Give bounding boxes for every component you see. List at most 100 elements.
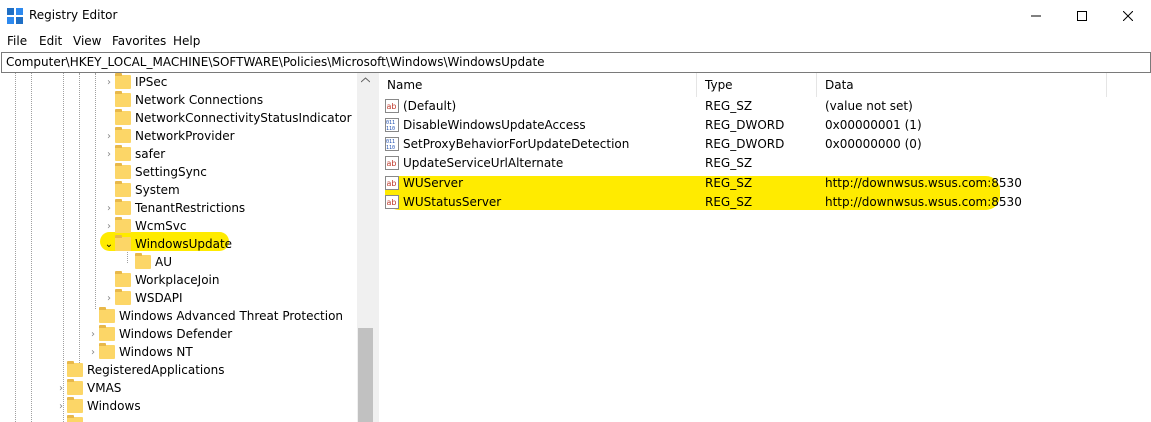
folder-icon — [67, 415, 83, 422]
value-name: WUServer — [403, 176, 463, 190]
folder-icon — [115, 289, 131, 305]
scroll-up-icon[interactable] — [361, 77, 370, 83]
value-name: UpdateServiceUrlAlternate — [403, 156, 564, 170]
value-data: (value not set) — [825, 99, 913, 113]
close-icon — [1123, 11, 1133, 21]
value-type: REG_SZ — [705, 156, 753, 170]
column-header-name[interactable]: Name — [379, 73, 697, 97]
svg-text:ab: ab — [387, 179, 397, 188]
folder-icon — [115, 73, 131, 89]
tree-item-system[interactable]: System — [103, 181, 180, 199]
column-header-type[interactable]: Type — [697, 73, 817, 97]
tree-item-label: Windows Advanced Threat Protection — [119, 309, 344, 323]
tree-item-networkprovider[interactable]: › NetworkProvider — [103, 127, 235, 145]
expand-arrow-icon[interactable]: › — [103, 77, 115, 88]
tree-item-partial[interactable] — [67, 415, 83, 422]
tree-item-windowsupdate[interactable]: ⌄ WindowsUpdate — [103, 235, 232, 253]
maximize-button[interactable] — [1059, 0, 1105, 32]
maximize-icon — [1077, 11, 1087, 21]
folder-icon — [115, 145, 131, 161]
tree-scrollbar[interactable] — [357, 73, 373, 422]
value-data: 0x00000001 (1) — [825, 118, 922, 132]
expand-arrow-icon[interactable]: › — [55, 401, 67, 412]
svg-text:ab: ab — [387, 102, 397, 111]
folder-icon — [99, 343, 115, 359]
expand-arrow-icon[interactable]: › — [87, 329, 99, 340]
expand-arrow-icon[interactable]: › — [103, 293, 115, 304]
tree-item-wcmsvc[interactable]: › WcmSvc — [103, 217, 186, 235]
string-value-icon: ab — [385, 156, 399, 170]
menu-favorites[interactable]: Favorites — [112, 34, 166, 48]
expand-arrow-icon[interactable]: › — [87, 347, 99, 358]
expand-arrow-icon[interactable]: › — [103, 203, 115, 214]
folder-icon — [99, 307, 115, 323]
tree-item-settingsync[interactable]: SettingSync — [103, 163, 207, 181]
folder-icon — [67, 379, 83, 395]
menu-edit[interactable]: Edit — [39, 34, 62, 48]
collapse-arrow-icon[interactable]: ⌄ — [103, 239, 115, 250]
tree-item-ipsec[interactable]: › IPSec — [103, 73, 167, 91]
tree-item-label: AU — [155, 255, 172, 269]
tree-item-au[interactable]: AU — [135, 253, 172, 271]
folder-icon — [135, 253, 151, 269]
svg-text:ab: ab — [387, 159, 397, 168]
menu-file[interactable]: File — [7, 34, 27, 48]
value-name: DisableWindowsUpdateAccess — [403, 118, 586, 132]
close-button[interactable] — [1105, 0, 1151, 32]
column-header-data[interactable]: Data — [817, 73, 1107, 97]
minimize-icon — [1031, 15, 1041, 17]
expand-arrow-icon[interactable]: › — [103, 221, 115, 232]
tree-connector-line — [31, 73, 32, 422]
folder-icon — [67, 397, 83, 413]
window-title: Registry Editor — [29, 8, 118, 22]
tree-item-label: WcmSvc — [135, 219, 187, 233]
tree-item-label: VMAS — [87, 381, 122, 395]
menu-help[interactable]: Help — [173, 34, 200, 48]
tree-item-tenantrestrictions[interactable]: › TenantRestrictions — [103, 199, 245, 217]
tree-item-label: Network Connections — [135, 93, 264, 107]
value-name: SetProxyBehaviorForUpdateDetection — [403, 137, 630, 151]
value-type: REG_DWORD — [705, 118, 785, 132]
tree-item-label: WindowsUpdate — [135, 237, 233, 251]
string-value-icon: ab — [385, 195, 399, 209]
menu-bar: File Edit View Favorites Help — [0, 32, 1151, 52]
scrollbar-thumb[interactable] — [358, 328, 373, 422]
folder-icon — [115, 91, 131, 107]
address-path[interactable]: Computer\HKEY_LOCAL_MACHINE\SOFTWARE\Pol… — [6, 55, 545, 69]
folder-icon — [67, 361, 83, 377]
values-list-pane[interactable]: Name Type Data ab (Default) REG_SZ (valu… — [379, 73, 1151, 422]
value-row-setproxybehaviorforupdatedetection[interactable]: 011 110 SetProxyBehaviorForUpdateDetectio… — [379, 135, 1151, 154]
tree-item-network-connections[interactable]: Network Connections — [103, 91, 263, 109]
value-type: REG_SZ — [705, 195, 753, 209]
folder-icon — [115, 217, 131, 233]
tree-item-label: SettingSync — [135, 165, 207, 179]
tree-item-windows[interactable]: › Windows — [55, 397, 141, 415]
value-row-disablewindowsupdateaccess[interactable]: 011 110 DisableWindowsUpdateAccess REG_DW… — [379, 116, 1151, 135]
tree-item-registeredapplications[interactable]: RegisteredApplications — [55, 361, 224, 379]
string-value-icon: ab — [385, 99, 399, 113]
folder-icon — [115, 109, 131, 125]
value-row-wustatusserver[interactable]: ab WUStatusServer REG_SZ http://downwsus… — [379, 193, 1151, 212]
tree-item-windows-nt[interactable]: › Windows NT — [87, 343, 193, 361]
tree-item-wsdapi[interactable]: › WSDAPI — [103, 289, 183, 307]
tree-item-networkconnectivitystatusindicator[interactable]: NetworkConnectivityStatusIndicator — [103, 109, 352, 127]
expand-arrow-icon[interactable]: › — [55, 383, 67, 394]
tree-connector-line — [79, 73, 80, 363]
value-row-default[interactable]: ab (Default) REG_SZ (value not set) — [379, 97, 1151, 116]
minimize-button[interactable] — [1013, 0, 1059, 32]
tree-item-safer[interactable]: › safer — [103, 145, 165, 163]
title-bar: Registry Editor — [0, 0, 1151, 32]
expand-arrow-icon[interactable]: › — [103, 149, 115, 160]
value-row-updateserviceurlalternate[interactable]: ab UpdateServiceUrlAlternate REG_SZ — [379, 154, 1151, 173]
tree-item-windows-defender[interactable]: › Windows Defender — [87, 325, 232, 343]
key-tree-pane[interactable]: › IPSec Network Connections NetworkConne… — [1, 73, 373, 422]
tree-item-windows-advanced-threat-protection[interactable]: Windows Advanced Threat Protection — [87, 307, 343, 325]
address-bar[interactable]: Computer\HKEY_LOCAL_MACHINE\SOFTWARE\Pol… — [1, 52, 1151, 73]
folder-icon — [115, 235, 131, 251]
tree-item-vmas[interactable]: › VMAS — [55, 379, 121, 397]
value-row-wuserver[interactable]: ab WUServer REG_SZ http://downwsus.wsus.… — [379, 174, 1151, 193]
expand-arrow-icon[interactable]: › — [103, 131, 115, 142]
menu-view[interactable]: View — [73, 34, 101, 48]
folder-icon — [115, 199, 131, 215]
tree-item-workplacejoin[interactable]: WorkplaceJoin — [103, 271, 220, 289]
